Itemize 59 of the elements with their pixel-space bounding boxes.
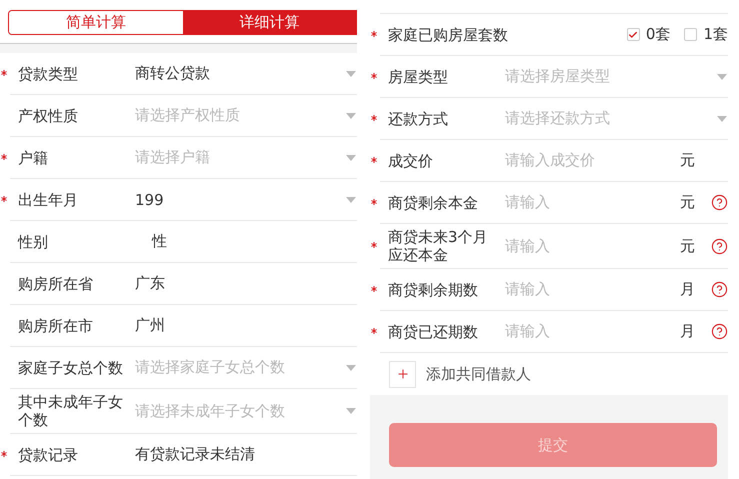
select-value[interactable]: 199 bbox=[135, 190, 346, 208]
select-placeholder[interactable]: 请选择未成年子女个数 bbox=[135, 402, 346, 420]
unit-label: 元 bbox=[680, 236, 695, 256]
input-field[interactable]: 请输入 bbox=[505, 236, 680, 256]
dropdown-arrow-icon[interactable] bbox=[717, 74, 727, 80]
mode-tab[interactable]: 详细计算 bbox=[182, 11, 356, 34]
unit-label: 月 bbox=[680, 322, 695, 341]
field-label: 商贷未来3个月应还本金 bbox=[387, 228, 489, 264]
checkbox-label: 0套 bbox=[646, 25, 670, 44]
unit-label: 元 bbox=[680, 151, 695, 170]
field-label: 购房所在省 bbox=[17, 274, 94, 292]
dropdown-arrow-icon[interactable] bbox=[346, 408, 356, 414]
field-label: 还款方式 bbox=[387, 110, 449, 128]
unit-label: 元 bbox=[680, 193, 695, 212]
field-label: 商贷剩余本金 bbox=[387, 194, 479, 212]
dropdown-arrow-icon[interactable] bbox=[346, 196, 356, 202]
select-placeholder[interactable]: 请选择还款方式 bbox=[505, 109, 717, 128]
add-coborrower-button[interactable]: 添加共同借款人 bbox=[389, 360, 531, 388]
select-value[interactable]: 性 bbox=[135, 232, 357, 251]
help-icon[interactable] bbox=[711, 323, 728, 340]
dropdown-arrow-icon[interactable] bbox=[717, 116, 727, 122]
field-label: 房屋类型 bbox=[387, 68, 449, 86]
dropdown-arrow-icon[interactable] bbox=[346, 70, 356, 76]
field-label: 商贷已还期数 bbox=[387, 322, 479, 340]
select-value[interactable]: 广东 bbox=[135, 274, 357, 293]
select-placeholder[interactable]: 请选择家庭子女总个数 bbox=[135, 358, 346, 377]
select-placeholder[interactable]: 请选择户籍 bbox=[135, 148, 346, 167]
field-label: 贷款类型 bbox=[17, 64, 79, 82]
help-icon[interactable] bbox=[711, 281, 728, 298]
help-icon[interactable] bbox=[711, 238, 728, 254]
field-label: 户籍 bbox=[17, 148, 49, 166]
field-label: 成交价 bbox=[387, 152, 434, 170]
field-label: 其中未成年子女个数 bbox=[17, 393, 124, 429]
field-label: 购房所在市 bbox=[17, 316, 94, 334]
field-label: 性别 bbox=[16, 232, 49, 250]
select-value[interactable]: 广州 bbox=[135, 316, 357, 335]
input-field[interactable]: 请输入 bbox=[505, 193, 680, 212]
dropdown-arrow-icon[interactable] bbox=[346, 364, 356, 370]
checkbox-label: 1套 bbox=[703, 25, 728, 44]
help-icon[interactable] bbox=[711, 194, 728, 211]
field-label: 家庭子女总个数 bbox=[17, 358, 124, 376]
input-field[interactable]: 请输入成交价 bbox=[505, 151, 680, 170]
select-placeholder[interactable]: 请选择产权性质 bbox=[135, 106, 346, 125]
input-field[interactable]: 请输入 bbox=[505, 280, 680, 299]
checkbox[interactable] bbox=[684, 28, 698, 41]
field-label: 产权性质 bbox=[17, 106, 79, 124]
field-label: 出生年月 bbox=[17, 190, 79, 208]
plus-icon bbox=[389, 360, 416, 388]
checkbox[interactable] bbox=[626, 28, 640, 41]
dropdown-arrow-icon[interactable] bbox=[346, 112, 356, 118]
field-label: 贷款记录 bbox=[17, 446, 79, 464]
input-field[interactable]: 请输入 bbox=[505, 322, 680, 341]
select-value[interactable]: 有贷款记录未结清 bbox=[135, 445, 357, 464]
select-placeholder[interactable]: 请选择房屋类型 bbox=[505, 67, 717, 86]
select-value[interactable]: 商转公贷款 bbox=[135, 64, 346, 83]
field-label: 商贷剩余期数 bbox=[387, 280, 479, 298]
field-label: 家庭已购房屋套数 bbox=[387, 26, 505, 44]
dropdown-arrow-icon[interactable] bbox=[346, 154, 356, 160]
unit-label: 月 bbox=[680, 280, 695, 299]
